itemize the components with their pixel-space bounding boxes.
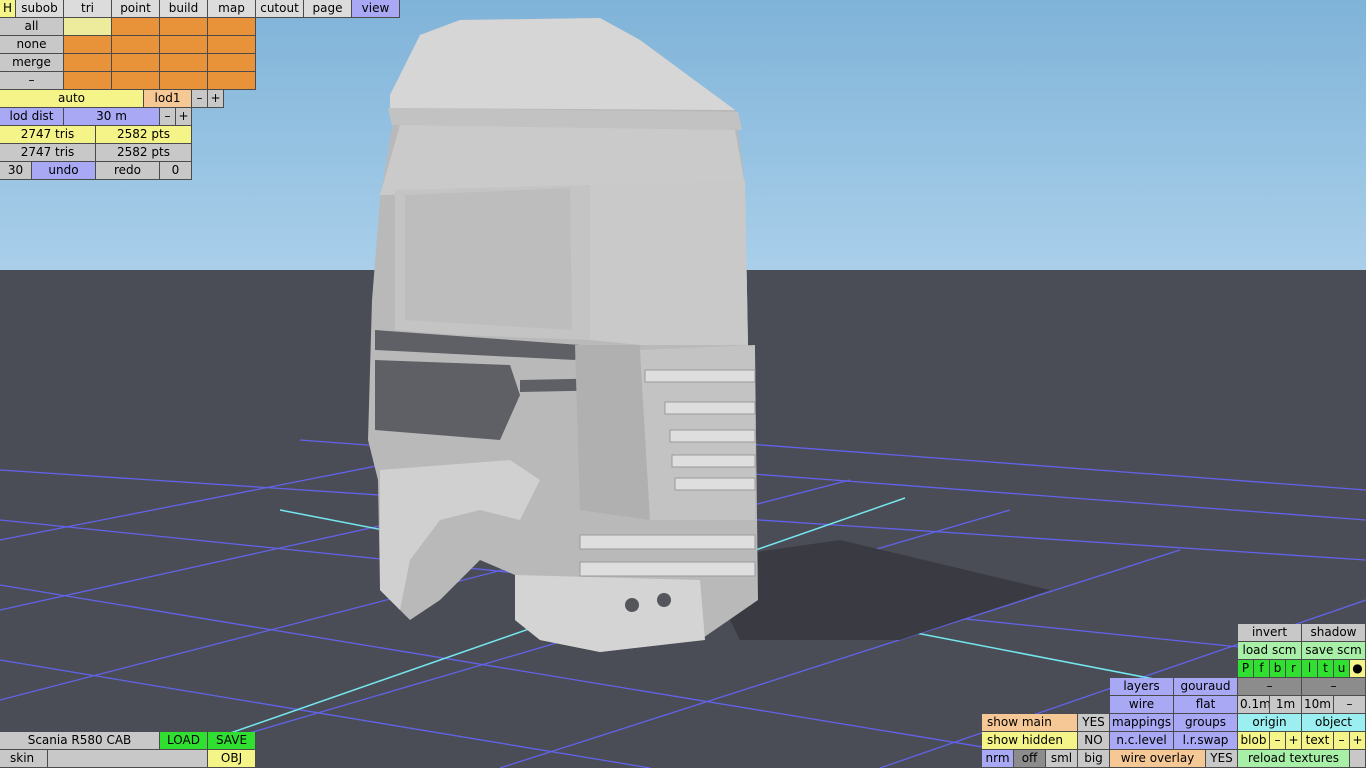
step-10m-button[interactable]: 10m bbox=[1302, 696, 1334, 714]
select-cell[interactable] bbox=[160, 72, 208, 90]
flag-l-toggle[interactable]: l bbox=[1302, 660, 1318, 678]
viewport-3d[interactable] bbox=[0, 0, 1366, 768]
h-button[interactable]: H bbox=[0, 0, 16, 18]
reload-textures-button[interactable]: reload textures bbox=[1238, 750, 1350, 768]
shadow-button[interactable]: shadow bbox=[1302, 624, 1366, 642]
select-cell[interactable] bbox=[208, 36, 256, 54]
wire-overlay-label: wire overlay bbox=[1110, 750, 1206, 768]
skin-field[interactable] bbox=[48, 750, 208, 768]
step-1m-button[interactable]: 1m bbox=[1270, 696, 1302, 714]
show-hidden-label: show hidden bbox=[982, 732, 1078, 750]
dash-button-2[interactable]: – bbox=[1302, 678, 1366, 696]
select-cell[interactable] bbox=[112, 36, 160, 54]
select-cell[interactable] bbox=[160, 36, 208, 54]
select-cell[interactable] bbox=[160, 18, 208, 36]
flag-b-toggle[interactable]: b bbox=[1270, 660, 1286, 678]
select-cell[interactable] bbox=[112, 18, 160, 36]
wire-button[interactable]: wire bbox=[1110, 696, 1174, 714]
blob-label: blob bbox=[1238, 732, 1270, 750]
select-cell[interactable] bbox=[64, 72, 112, 90]
undo-count: 30 bbox=[0, 162, 32, 180]
dash-button[interactable]: – bbox=[0, 72, 64, 90]
off-button[interactable]: off bbox=[1014, 750, 1046, 768]
select-cell[interactable] bbox=[208, 18, 256, 36]
pts-count-total: 2582 pts bbox=[96, 144, 192, 162]
reload-extra-cell[interactable] bbox=[1350, 750, 1366, 768]
blob-plus-button[interactable]: + bbox=[1286, 732, 1302, 750]
flag-p-toggle[interactable]: P bbox=[1238, 660, 1254, 678]
nc-level-button[interactable]: n.c.level bbox=[1110, 732, 1174, 750]
tris-count: 2747 tris bbox=[0, 126, 96, 144]
gouraud-button[interactable]: gouraud bbox=[1174, 678, 1238, 696]
show-hidden-toggle[interactable]: NO bbox=[1078, 732, 1110, 750]
select-cell[interactable] bbox=[64, 36, 112, 54]
select-cell[interactable] bbox=[112, 54, 160, 72]
wire-overlay-toggle[interactable]: YES bbox=[1206, 750, 1238, 768]
flag-r-toggle[interactable]: r bbox=[1286, 660, 1302, 678]
select-all-button[interactable]: all bbox=[0, 18, 64, 36]
lod-plus-button[interactable]: + bbox=[208, 90, 224, 108]
nrm-button[interactable]: nrm bbox=[982, 750, 1014, 768]
text-plus-button[interactable]: + bbox=[1350, 732, 1366, 750]
big-button[interactable]: big bbox=[1078, 750, 1110, 768]
select-cell[interactable] bbox=[64, 18, 112, 36]
pts-count: 2582 pts bbox=[96, 126, 192, 144]
lod-dist-value[interactable]: 30 m bbox=[64, 108, 160, 126]
sml-button[interactable]: sml bbox=[1046, 750, 1078, 768]
redo-count: 0 bbox=[160, 162, 192, 180]
redo-button[interactable]: redo bbox=[96, 162, 160, 180]
tab-view[interactable]: view bbox=[352, 0, 400, 18]
invert-button[interactable]: invert bbox=[1238, 624, 1302, 642]
load-scm-button[interactable]: load scm bbox=[1238, 642, 1302, 660]
groups-button[interactable]: groups bbox=[1174, 714, 1238, 732]
select-cell[interactable] bbox=[64, 54, 112, 72]
select-cell[interactable] bbox=[208, 54, 256, 72]
flag-t-toggle[interactable]: t bbox=[1318, 660, 1334, 678]
flag-u-toggle[interactable]: u bbox=[1334, 660, 1350, 678]
model-name-field[interactable]: Scania R580 CAB bbox=[0, 732, 160, 750]
tab-subob[interactable]: subob bbox=[16, 0, 64, 18]
tab-point[interactable]: point bbox=[112, 0, 160, 18]
select-cell[interactable] bbox=[112, 72, 160, 90]
origin-button[interactable]: origin bbox=[1238, 714, 1302, 732]
flag-f-toggle[interactable]: f bbox=[1254, 660, 1270, 678]
lod-dist-minus-button[interactable]: – bbox=[160, 108, 176, 126]
tris-count-total: 2747 tris bbox=[0, 144, 96, 162]
select-none-button[interactable]: none bbox=[0, 36, 64, 54]
select-cell[interactable] bbox=[160, 54, 208, 72]
step-0-1m-button[interactable]: 0.1m bbox=[1238, 696, 1270, 714]
load-button[interactable]: LOAD bbox=[160, 732, 208, 750]
tab-map[interactable]: map bbox=[208, 0, 256, 18]
save-button[interactable]: SAVE bbox=[208, 732, 256, 750]
select-cell[interactable] bbox=[208, 72, 256, 90]
lr-swap-button[interactable]: l.r.swap bbox=[1174, 732, 1238, 750]
tab-page[interactable]: page bbox=[304, 0, 352, 18]
merge-button[interactable]: merge bbox=[0, 54, 64, 72]
text-label: text bbox=[1302, 732, 1334, 750]
save-scm-button[interactable]: save scm bbox=[1302, 642, 1366, 660]
tab-cutout[interactable]: cutout bbox=[256, 0, 304, 18]
lod-auto-button[interactable]: auto bbox=[0, 90, 144, 108]
step-minus-button[interactable]: – bbox=[1334, 696, 1366, 714]
obj-button[interactable]: OBJ bbox=[208, 750, 256, 768]
skin-label: skin bbox=[0, 750, 48, 768]
truck-cab-model bbox=[368, 18, 758, 652]
show-main-label: show main bbox=[982, 714, 1078, 732]
lod-dist-plus-button[interactable]: + bbox=[176, 108, 192, 126]
tab-tri[interactable]: tri bbox=[64, 0, 112, 18]
dash-button-1[interactable]: – bbox=[1238, 678, 1302, 696]
text-minus-button[interactable]: – bbox=[1334, 732, 1350, 750]
layers-button[interactable]: layers bbox=[1110, 678, 1174, 696]
object-button[interactable]: object bbox=[1302, 714, 1366, 732]
flag-dot-toggle[interactable]: ● bbox=[1350, 660, 1366, 678]
lod-minus-button[interactable]: – bbox=[192, 90, 208, 108]
show-main-toggle[interactable]: YES bbox=[1078, 714, 1110, 732]
blob-minus-button[interactable]: – bbox=[1270, 732, 1286, 750]
tab-build[interactable]: build bbox=[160, 0, 208, 18]
undo-button[interactable]: undo bbox=[32, 162, 96, 180]
lod-dist-label: lod dist bbox=[0, 108, 64, 126]
lod-level-button[interactable]: lod1 bbox=[144, 90, 192, 108]
flat-button[interactable]: flat bbox=[1174, 696, 1238, 714]
mappings-button[interactable]: mappings bbox=[1110, 714, 1174, 732]
